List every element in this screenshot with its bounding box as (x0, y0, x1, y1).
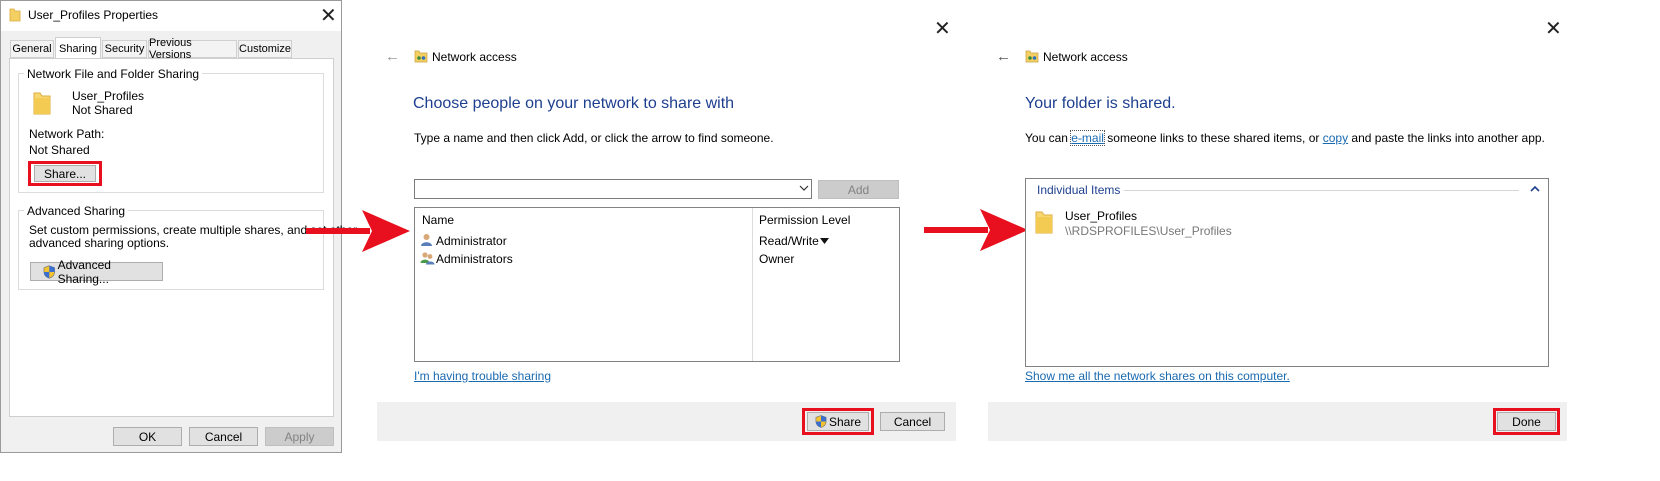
add-button[interactable]: Add (818, 180, 899, 199)
shared-items-box (1025, 178, 1549, 367)
users-group-icon (420, 252, 435, 265)
wizard2-heading: Your folder is shared. (1025, 95, 1176, 112)
caret-down-icon[interactable] (820, 238, 829, 244)
back-arrow-icon[interactable]: ← (385, 48, 400, 65)
email-link[interactable]: e-mail (1070, 130, 1105, 146)
tab-customize[interactable]: Customize (238, 40, 292, 58)
name-combobox[interactable] (414, 179, 812, 199)
table-row[interactable]: Administrators Owner (420, 251, 896, 267)
uac-shield-icon (43, 264, 55, 279)
network-shares-link[interactable]: Show me all the network shares on this c… (1025, 369, 1290, 383)
advanced-sharing-desc-2: advanced sharing options. (29, 236, 170, 250)
tab-security[interactable]: Security (102, 40, 147, 58)
wizard1-footer (377, 402, 956, 441)
people-list (414, 207, 900, 362)
network-folder-icon (414, 50, 428, 63)
chevron-down-icon[interactable] (799, 185, 809, 192)
advanced-sharing-button[interactable]: Advanced Sharing... (30, 258, 163, 286)
network-sharing-label: Network File and Folder Sharing (24, 67, 203, 81)
user-icon (421, 234, 432, 246)
desc-text-3: and paste the links into another app. (1348, 131, 1545, 145)
share-button-label: Share (828, 414, 862, 429)
tab-general[interactable]: General (10, 40, 54, 58)
close-icon[interactable]: ✕ (934, 19, 951, 39)
shared-item-path[interactable]: \\RDSPROFILES\User_Profiles (1065, 224, 1232, 238)
cancel-button[interactable]: Cancel (880, 412, 945, 431)
section-divider (1124, 190, 1519, 191)
desc-text-1: You can (1025, 131, 1072, 145)
done-button[interactable]: Done (1497, 412, 1556, 431)
individual-items-label: Individual Items (1037, 183, 1121, 197)
wizard2-description: You can e-mail someone links to these sh… (1025, 130, 1545, 146)
network-path-value: Not Shared (29, 143, 90, 157)
wizard1-title: Network access (432, 50, 517, 64)
shared-item-name[interactable]: User_Profiles (1065, 209, 1137, 223)
share-button[interactable]: Share... (34, 165, 96, 182)
arrow-right-icon (306, 210, 410, 252)
close-icon[interactable]: ✕ (1545, 19, 1562, 39)
table-row[interactable]: Administrator Read/Write (420, 233, 896, 249)
back-arrow-icon[interactable]: ← (996, 48, 1011, 65)
apply-button[interactable]: Apply (265, 427, 334, 446)
desc-text-2: someone links to these shared items, or (1103, 131, 1323, 145)
tab-sharing[interactable]: Sharing (55, 37, 101, 59)
folder-name: User_Profiles (72, 89, 145, 103)
trouble-sharing-link[interactable]: I'm having trouble sharing (414, 369, 551, 383)
ok-button[interactable]: OK (113, 427, 182, 446)
folder-icon (33, 92, 51, 115)
tab-previous-versions[interactable]: Previous Versions (148, 37, 237, 61)
properties-title: User_Profiles Properties (28, 8, 159, 22)
user-name: Administrator (436, 234, 507, 248)
column-divider (752, 208, 753, 361)
collapse-chevron-up-icon[interactable] (1530, 185, 1540, 192)
wizard1-instruction: Type a name and then click Add, or click… (414, 131, 774, 145)
wizard1-heading: Choose people on your network to share w… (413, 95, 735, 112)
copy-link[interactable]: copy (1323, 131, 1348, 145)
wizard2-footer (988, 402, 1567, 441)
permission-level[interactable]: Read/Write (759, 234, 819, 248)
network-path-label: Network Path: (29, 127, 105, 141)
folder-icon (1035, 211, 1053, 234)
arrow-right-icon (924, 209, 1028, 251)
column-header-name[interactable]: Name (422, 213, 454, 227)
advanced-sharing-label: Advanced Sharing (24, 204, 129, 218)
wizard2-title: Network access (1043, 50, 1128, 64)
folder-share-status: Not Shared (72, 103, 133, 117)
folder-small-icon (9, 8, 21, 22)
close-icon[interactable]: ✕ (320, 6, 337, 26)
share-button[interactable]: Share (807, 412, 869, 431)
network-folder-icon (1025, 50, 1039, 63)
user-name: Administrators (436, 252, 513, 266)
column-header-permission[interactable]: Permission Level (759, 213, 850, 227)
cancel-button[interactable]: Cancel (189, 427, 258, 446)
uac-shield-icon (815, 415, 827, 428)
permission-level: Owner (759, 252, 795, 266)
advanced-sharing-button-label: Advanced Sharing... (57, 257, 111, 286)
